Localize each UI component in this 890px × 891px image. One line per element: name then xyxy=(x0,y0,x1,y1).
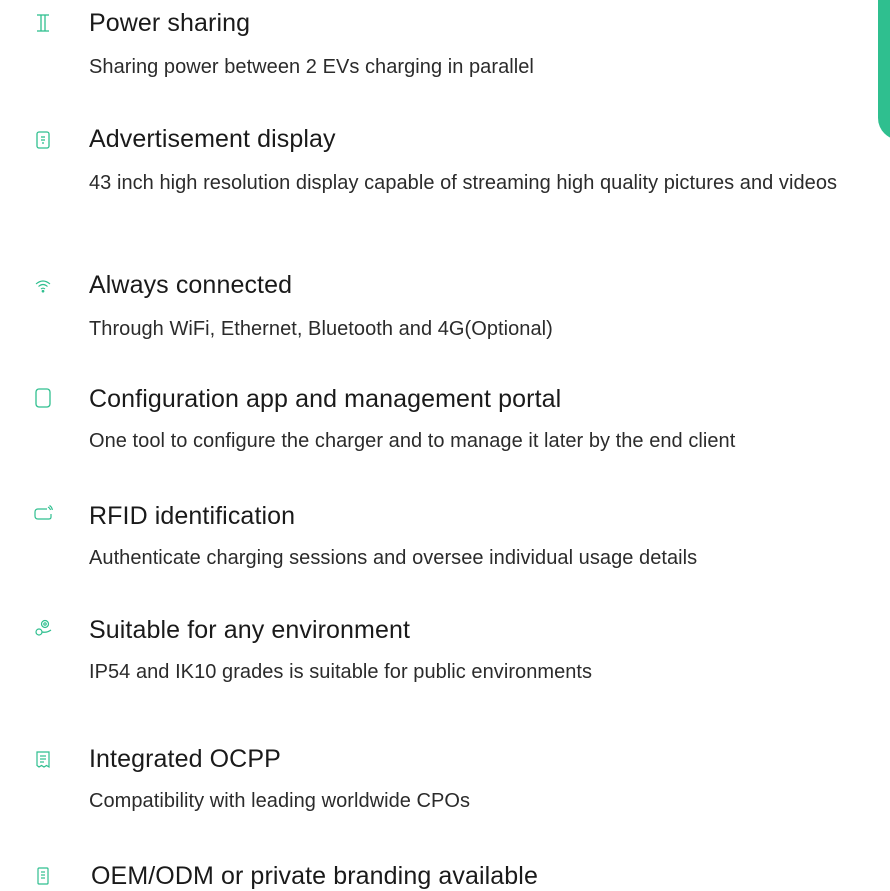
feature-title: Configuration app and management portal xyxy=(89,385,562,413)
feature-title: Always connected xyxy=(89,271,293,299)
feature-title: Power sharing xyxy=(89,9,251,37)
feature-title: Integrated OCPP xyxy=(89,745,281,773)
display-icon xyxy=(33,130,53,150)
feature-description: Compatibility with leading worldwide CPO… xyxy=(89,790,471,812)
feature-description: One tool to configure the charger and to… xyxy=(89,430,736,452)
phone-icon xyxy=(33,388,53,408)
feature-description: Sharing power between 2 EVs charging in … xyxy=(89,56,534,78)
feature-description: Authenticate charging sessions and overs… xyxy=(89,547,698,569)
feature-title: Advertisement display xyxy=(89,125,336,153)
environment-icon xyxy=(33,618,53,638)
feature-title: Suitable for any environment xyxy=(89,616,411,644)
side-tab-decoration xyxy=(878,0,890,140)
feature-description: Through WiFi, Ethernet, Bluetooth and 4G… xyxy=(89,318,553,340)
feature-description: IP54 and IK10 grades is suitable for pub… xyxy=(89,661,593,683)
ocpp-receipt-icon xyxy=(33,750,53,770)
rfid-card-icon xyxy=(33,504,53,524)
feature-title: OEM/ODM or private branding available xyxy=(91,862,538,890)
wifi-icon xyxy=(33,276,53,296)
branding-icon xyxy=(33,866,53,886)
power-sharing-icon xyxy=(33,13,53,33)
feature-title: RFID identification xyxy=(89,502,296,530)
feature-description: 43 inch high resolution display capable … xyxy=(89,172,838,194)
